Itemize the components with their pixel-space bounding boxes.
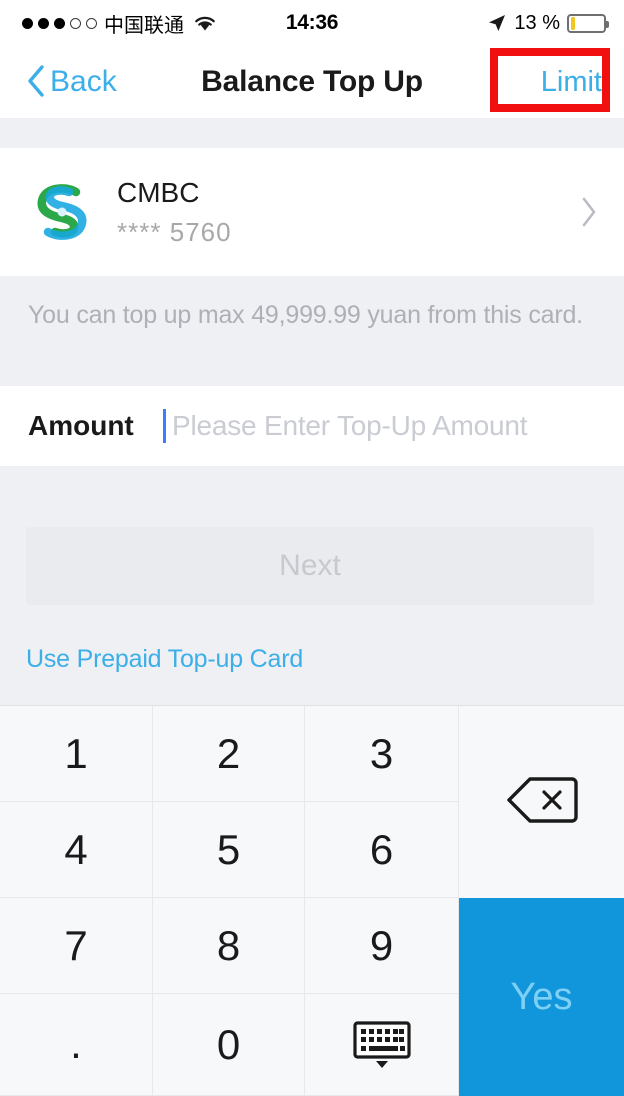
key-0[interactable]: 0 [153, 994, 305, 1096]
key-9[interactable]: 9 [305, 898, 459, 994]
bank-card-row[interactable]: CMBC **** 5760 [0, 148, 624, 276]
battery-percent-label: 13 % [514, 11, 560, 34]
page-title: Balance Top Up [201, 65, 423, 98]
bank-card-info: CMBC **** 5760 [117, 177, 232, 248]
status-bar-right: 13 % [487, 11, 609, 35]
battery-fill [570, 16, 575, 30]
section-divider-top [0, 118, 624, 148]
numeric-keypad: 1 2 3 4 5 6 7 8 9 . 0 Yes [0, 705, 624, 1096]
confirm-button[interactable]: Yes [459, 898, 624, 1096]
backspace-icon [506, 775, 578, 830]
key-3[interactable]: 3 [305, 706, 459, 802]
text-cursor [163, 409, 166, 443]
bank-name-label: CMBC [117, 176, 200, 208]
backspace-button[interactable] [459, 706, 624, 899]
key-2[interactable]: 2 [153, 706, 305, 802]
keyboard-dismiss-icon [352, 1020, 411, 1069]
key-7[interactable]: 7 [0, 898, 153, 994]
topup-limit-notice-text: You can top up max 49,999.99 yuan from t… [28, 301, 583, 329]
key-4[interactable]: 4 [0, 802, 153, 898]
chevron-right-icon [580, 196, 598, 228]
limit-button[interactable]: Limit [541, 66, 602, 99]
hide-keyboard-button[interactable] [305, 994, 459, 1096]
status-bar: 中国联通 14:36 13 % [0, 0, 624, 46]
amount-label: Amount [28, 410, 134, 441]
key-decimal-label: . [70, 1020, 82, 1068]
cmbc-bank-logo [26, 176, 98, 248]
key-5[interactable]: 5 [153, 802, 305, 898]
battery-icon [567, 13, 609, 33]
location-arrow-icon [487, 13, 507, 33]
key-6[interactable]: 6 [305, 802, 459, 898]
topup-limit-notice: You can top up max 49,999.99 yuan from t… [0, 276, 624, 386]
amount-input-row[interactable]: Amount Please Enter Top-Up Amount [0, 386, 624, 466]
key-8[interactable]: 8 [153, 898, 305, 994]
navigation-bar: Back Balance Top Up Limit [0, 46, 624, 118]
phone-screen: 中国联通 14:36 13 % Back Balance Top Up Limi… [0, 0, 624, 1096]
amount-input[interactable]: Please Enter Top-Up Amount [163, 409, 528, 443]
amount-input-placeholder: Please Enter Top-Up Amount [172, 410, 528, 441]
bank-card-number-label: **** 5760 [117, 216, 232, 247]
use-prepaid-card-link[interactable]: Use Prepaid Top-up Card [26, 645, 303, 674]
key-decimal[interactable]: . [0, 994, 153, 1096]
next-button[interactable]: Next [26, 527, 594, 605]
key-1[interactable]: 1 [0, 706, 153, 802]
